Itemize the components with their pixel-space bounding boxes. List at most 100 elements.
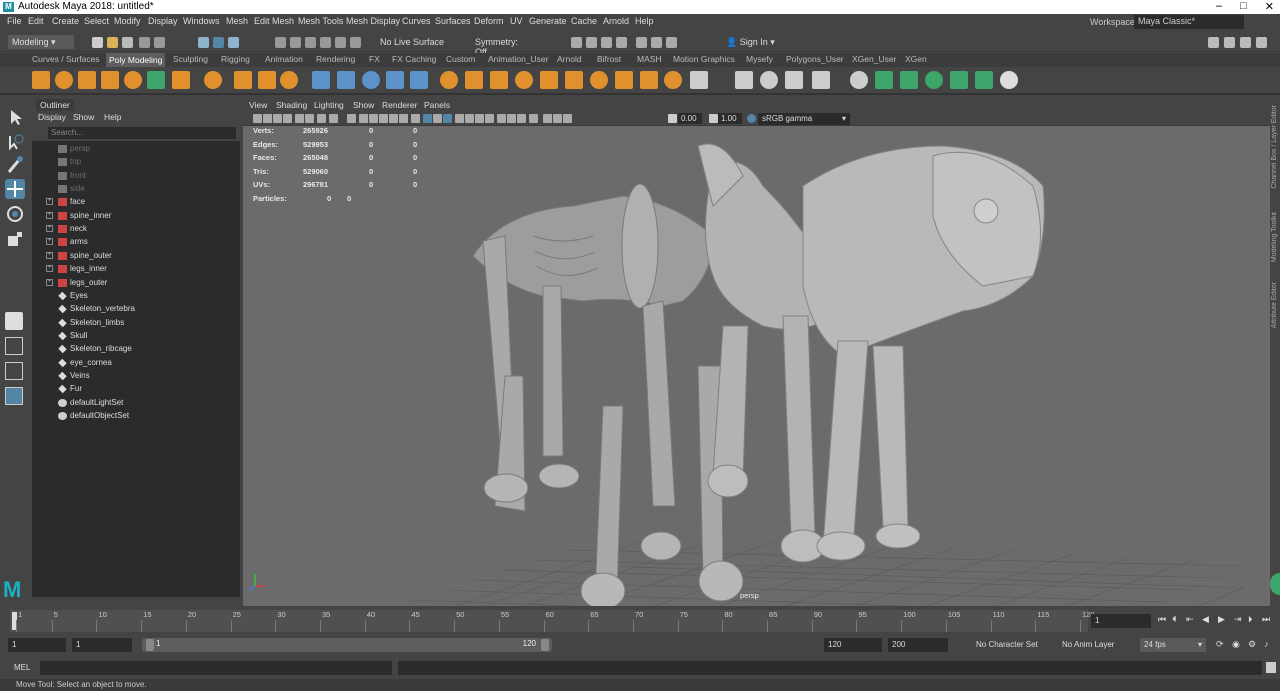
hypershade-icon[interactable] xyxy=(636,37,647,48)
multisample-aa-icon[interactable] xyxy=(507,114,516,123)
step-back-frame-icon[interactable]: ⏴ xyxy=(1172,614,1181,624)
move-tool-icon[interactable] xyxy=(5,179,25,199)
shelf-tab-arnold[interactable]: Arnold xyxy=(557,54,582,64)
menu-edit-mesh[interactable]: Edit Mesh xyxy=(254,16,294,26)
viewport-menu-show[interactable]: Show xyxy=(353,100,374,110)
menu-deform[interactable]: Deform xyxy=(474,16,504,26)
field-chart-icon[interactable] xyxy=(379,114,388,123)
grid-icon[interactable] xyxy=(329,114,338,123)
select-component-icon[interactable] xyxy=(228,37,239,48)
expand-icon[interactable]: + xyxy=(46,265,53,273)
shelf-tab-sculpting[interactable]: Sculpting xyxy=(173,54,208,64)
new-scene-icon[interactable] xyxy=(92,37,103,48)
outliner-item[interactable]: + spine_inner xyxy=(32,210,240,223)
snap-surface-icon[interactable] xyxy=(335,37,346,48)
ipr-render-icon[interactable] xyxy=(601,37,612,48)
outliner-item[interactable]: Skull xyxy=(32,330,240,343)
super-shape-icon[interactable] xyxy=(234,71,252,89)
wireframe-on-shaded-icon[interactable] xyxy=(443,114,452,123)
viewport-menu-panels[interactable]: Panels xyxy=(424,100,450,110)
home-button-icon[interactable] xyxy=(1270,573,1280,595)
live-surface-field[interactable]: No Live Surface xyxy=(376,35,454,49)
menu-help[interactable]: Help xyxy=(635,16,654,26)
light-editor-icon[interactable] xyxy=(651,37,662,48)
outliner-item[interactable]: + face xyxy=(32,196,240,209)
select-tool-icon[interactable] xyxy=(5,107,25,127)
shelf-tab-xgen[interactable]: XGen xyxy=(905,54,927,64)
shelf-tab-mysefy[interactable]: Mysefy xyxy=(746,54,773,64)
menu-arnold[interactable]: Arnold xyxy=(603,16,629,26)
smooth-icon[interactable] xyxy=(386,71,404,89)
textured-icon[interactable] xyxy=(455,114,464,123)
shelf-tab-poly-modeling[interactable]: Poly Modeling xyxy=(106,53,166,67)
extrude-icon[interactable] xyxy=(440,71,458,89)
menu-select[interactable]: Select xyxy=(84,16,109,26)
outliner-item[interactable]: + legs_inner xyxy=(32,263,240,276)
menu-curves[interactable]: Curves xyxy=(402,16,431,26)
snap-grid-icon[interactable] xyxy=(275,37,286,48)
menu-display[interactable]: Display xyxy=(148,16,178,26)
poly-cone-icon[interactable] xyxy=(101,71,119,89)
outliner-tab[interactable]: Outliner xyxy=(36,99,74,111)
screen-space-ao-icon[interactable] xyxy=(485,114,494,123)
shelf-tab-curves-surfaces[interactable]: Curves / Surfaces xyxy=(32,54,100,64)
motion-blur-icon[interactable] xyxy=(497,114,506,123)
play-backwards-icon[interactable]: ◀ xyxy=(1202,614,1211,624)
poly-cube-icon[interactable] xyxy=(55,71,73,89)
outliner-item[interactable]: Skeleton_vertebra xyxy=(32,303,240,316)
channel-box-toggle-icon[interactable] xyxy=(1256,37,1267,48)
exposure-icon[interactable] xyxy=(668,114,677,123)
single-perspective-layout-icon[interactable] xyxy=(5,312,23,330)
collapse-icon[interactable] xyxy=(640,71,658,89)
offset-edge-loop-icon[interactable] xyxy=(735,71,753,89)
outliner-item[interactable]: Skeleton_ribcage xyxy=(32,343,240,356)
circularize-icon[interactable] xyxy=(785,71,803,89)
menu-create[interactable]: Create xyxy=(52,16,79,26)
shelf-tab-bifrost[interactable]: Bifrost xyxy=(597,54,621,64)
outliner-item[interactable]: persp xyxy=(32,143,240,156)
shelf-tab-custom[interactable]: Custom xyxy=(446,54,475,64)
shelf-tab-animation-user[interactable]: Animation_User xyxy=(488,54,548,64)
poly-disc-icon[interactable] xyxy=(172,71,190,89)
shelf-tab-rendering[interactable]: Rendering xyxy=(316,54,355,64)
snap-view-plane-icon[interactable] xyxy=(320,37,331,48)
snap-curve-icon[interactable] xyxy=(290,37,301,48)
outliner-item[interactable]: Skeleton_limbs xyxy=(32,317,240,330)
outliner-item[interactable]: front xyxy=(32,170,240,183)
expand-icon[interactable]: + xyxy=(46,251,53,259)
animation-end-field[interactable]: 200 xyxy=(888,638,948,652)
safe-action-icon[interactable] xyxy=(389,114,398,123)
bevel-icon[interactable] xyxy=(565,71,583,89)
step-forward-key-icon[interactable]: ⇥ xyxy=(1234,614,1243,624)
script-mode-button[interactable]: MEL xyxy=(14,663,30,672)
scale-tool-icon[interactable] xyxy=(5,229,25,249)
unfold-icon[interactable] xyxy=(925,71,943,89)
menu-generate[interactable]: Generate xyxy=(529,16,567,26)
rotate-tool-icon[interactable] xyxy=(5,204,25,224)
step-back-key-icon[interactable]: ⇤ xyxy=(1186,614,1195,624)
menu-modify[interactable]: Modify xyxy=(114,16,141,26)
shelf-tab-xgen-user[interactable]: XGen_User xyxy=(852,54,896,64)
outliner-item[interactable]: Eyes xyxy=(32,290,240,303)
anim-prefs-icon[interactable]: ⚙ xyxy=(1248,639,1257,649)
viewport-menu-renderer[interactable]: Renderer xyxy=(382,100,417,110)
safe-title-icon[interactable] xyxy=(399,114,408,123)
modeling-toolkit-icon[interactable] xyxy=(1208,37,1219,48)
redo-icon[interactable] xyxy=(154,37,165,48)
outliner-menu-help[interactable]: Help xyxy=(104,112,121,122)
step-forward-frame-icon[interactable]: ⏵ xyxy=(1248,614,1257,624)
image-plane-icon[interactable] xyxy=(295,114,304,123)
range-end-handle[interactable] xyxy=(541,639,549,651)
select-object-icon[interactable] xyxy=(213,37,224,48)
outliner-layout-icon[interactable] xyxy=(5,387,23,405)
outliner-item[interactable]: defaultObjectSet xyxy=(32,410,240,423)
fill-hole-icon[interactable] xyxy=(515,71,533,89)
sign-in-dropdown[interactable]: 👤 Sign In ▾ xyxy=(722,35,802,49)
symmetry-dropdown[interactable]: Symmetry: Off xyxy=(471,35,535,57)
script-editor-icon[interactable] xyxy=(1266,662,1276,673)
exposure-field[interactable]: 0.00 xyxy=(678,113,702,124)
playback-end-field[interactable]: 120 xyxy=(824,638,882,652)
expand-icon[interactable]: + xyxy=(46,238,53,246)
expand-icon[interactable]: + xyxy=(46,211,53,219)
viewport-menu-lighting[interactable]: Lighting xyxy=(314,100,344,110)
